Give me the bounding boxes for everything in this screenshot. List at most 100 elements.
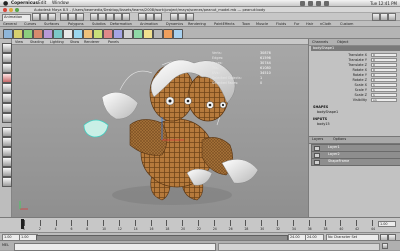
single-view-layout-icon[interactable] xyxy=(2,127,12,137)
time-tick xyxy=(166,220,168,226)
layer-visibility-toggle[interactable] xyxy=(314,160,320,165)
channel-value-field[interactable]: 0 xyxy=(371,68,397,72)
select-component-icon[interactable] xyxy=(76,13,84,21)
save-scene-icon[interactable] xyxy=(48,13,56,21)
mask-icon[interactable] xyxy=(122,13,130,21)
shelf-extrude-icon[interactable] xyxy=(63,29,73,39)
shelf-plane-icon[interactable] xyxy=(43,29,53,39)
snap-curve-icon[interactable] xyxy=(146,13,154,21)
viewport-3d[interactable]: Verts: 30876 Edges: 61596 Faces: 30744 Tris… xyxy=(12,45,308,217)
four-view-layout-icon[interactable] xyxy=(2,137,12,147)
shelf-freeze-icon[interactable] xyxy=(163,29,173,39)
hypershade-layout-icon[interactable] xyxy=(2,167,12,177)
layers-menu[interactable]: Layers xyxy=(312,137,323,142)
channel-value-field[interactable]: 0 xyxy=(371,78,397,82)
shelf-merge-icon[interactable] xyxy=(83,29,93,39)
open-scene-icon[interactable] xyxy=(40,13,48,21)
channel-value-field[interactable]: 0 xyxy=(371,53,397,57)
channel-visibility[interactable]: Visibility on xyxy=(313,98,397,103)
shelf-center-pivot-icon[interactable] xyxy=(173,29,183,39)
snap-grid-icon[interactable] xyxy=(138,13,146,21)
hud-value: 0 xyxy=(260,81,263,85)
graph-layout-icon[interactable] xyxy=(2,157,12,167)
time-tick xyxy=(308,220,310,226)
channel-box-header: Channels Object xyxy=(309,39,400,46)
shelf-mirror-icon[interactable] xyxy=(113,29,123,39)
wifi-icon[interactable] xyxy=(324,1,329,6)
menu-edit[interactable]: Edit xyxy=(38,0,46,7)
shelf-cone-icon[interactable] xyxy=(33,29,43,39)
shelf-cylinder-icon[interactable] xyxy=(23,29,33,39)
toggle-channel-box-icon[interactable] xyxy=(388,13,396,21)
tray-icon[interactable] xyxy=(308,1,313,6)
render-icon[interactable] xyxy=(170,13,178,21)
channel-value-field[interactable]: 0 xyxy=(371,58,397,62)
mask-icon[interactable] xyxy=(114,13,122,21)
tray-icon[interactable] xyxy=(300,1,305,6)
channel-value-field[interactable]: on xyxy=(371,98,397,102)
ipr-render-icon[interactable] xyxy=(178,13,186,21)
shelf-bevel-icon[interactable] xyxy=(73,29,83,39)
paint-select-tool-icon[interactable] xyxy=(2,63,12,73)
lasso-tool-icon[interactable] xyxy=(2,53,12,63)
shelf-torus-icon[interactable] xyxy=(53,29,63,39)
channel-value-field[interactable]: 0 xyxy=(371,63,397,67)
time-slider[interactable]: 1 2 4 6 8 10 12 14 16 18 20 22 24 26 28 30 32 34 36 38 40 42 4… xyxy=(0,217,400,232)
time-tick-label: 44 xyxy=(371,227,375,231)
zoom-window-button[interactable] xyxy=(15,8,19,12)
menu-window[interactable]: Window xyxy=(52,0,69,7)
time-tick xyxy=(118,220,120,226)
channel-value-field[interactable]: 1 xyxy=(371,83,397,87)
new-scene-icon[interactable] xyxy=(32,13,40,21)
outliner-layout-icon[interactable] xyxy=(2,147,12,157)
app-menu[interactable]: Copernicus xyxy=(11,0,38,7)
time-tick xyxy=(292,220,294,226)
apple-menu-icon[interactable]: ● xyxy=(3,0,8,7)
shelf-uv-icon[interactable] xyxy=(143,29,153,39)
object-tab[interactable]: Object xyxy=(337,39,348,45)
channel-value-field[interactable]: 0 xyxy=(371,73,397,77)
time-tick-label: 36 xyxy=(307,227,312,231)
time-tick xyxy=(182,220,184,226)
mask-icon[interactable] xyxy=(106,13,114,21)
mask-icon[interactable] xyxy=(90,13,98,21)
mask-icon[interactable] xyxy=(98,13,106,21)
selected-object-name[interactable]: bodyShape1 xyxy=(311,46,400,51)
select-hierarchy-icon[interactable] xyxy=(60,13,68,21)
shelf-cube-icon[interactable] xyxy=(13,29,23,39)
channel-value-field[interactable]: 1 xyxy=(371,93,397,97)
channel-value-field[interactable]: 1 xyxy=(371,88,397,92)
script-editor-icon[interactable] xyxy=(382,243,388,249)
select-object-icon[interactable] xyxy=(68,13,76,21)
shelf-separate-icon[interactable] xyxy=(133,29,143,39)
scale-tool-icon[interactable] xyxy=(2,93,12,103)
time-tick xyxy=(277,220,279,226)
soft-mod-tool-icon[interactable] xyxy=(2,113,12,123)
shelf-smooth-icon[interactable] xyxy=(103,29,113,39)
input-node-name[interactable]: body15 xyxy=(317,122,330,127)
minimize-window-button[interactable] xyxy=(9,8,13,12)
channels-tab[interactable]: Channels xyxy=(312,39,328,45)
close-window-button[interactable] xyxy=(3,8,7,12)
manipulator-tool-icon[interactable] xyxy=(2,103,12,113)
volume-icon[interactable] xyxy=(316,1,321,6)
current-frame-field[interactable]: 1.00 xyxy=(378,221,396,227)
shelf-history-icon[interactable] xyxy=(153,29,163,39)
options-menu[interactable]: Options xyxy=(333,137,346,142)
shape-node-name[interactable]: bodyShape1 xyxy=(317,110,338,115)
select-tool-icon[interactable] xyxy=(2,43,12,53)
render-settings-icon[interactable] xyxy=(186,13,194,21)
layer-row[interactable]: ShapeFrame xyxy=(311,158,400,166)
shelf-split-icon[interactable] xyxy=(93,29,103,39)
shelf-sphere-icon[interactable] xyxy=(3,29,13,39)
move-tool-icon[interactable] xyxy=(2,73,12,83)
rotate-tool-icon[interactable] xyxy=(2,83,12,93)
shelf-combine-icon[interactable] xyxy=(123,29,133,39)
toggle-tool-settings-icon[interactable] xyxy=(380,13,388,21)
snap-point-icon[interactable] xyxy=(154,13,162,21)
toggle-attribute-editor-icon[interactable] xyxy=(372,13,380,21)
time-tick-label: 28 xyxy=(244,227,249,231)
time-tick xyxy=(134,220,136,226)
persp-graph-layout-icon[interactable] xyxy=(2,177,12,187)
layer-name: ShapeFrame xyxy=(328,159,350,163)
